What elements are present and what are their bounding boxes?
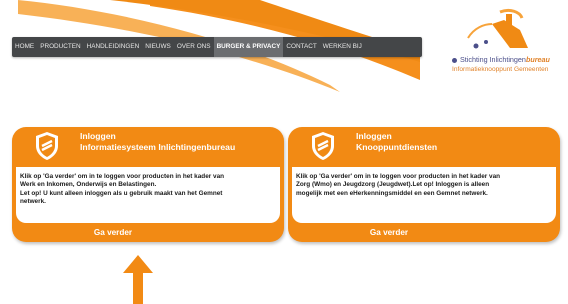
- nav-nieuws[interactable]: NIEUWS: [142, 37, 174, 57]
- card-title-line2: Knooppuntdiensten: [356, 142, 438, 152]
- card-header: Inloggen Knooppuntdiensten: [288, 127, 560, 165]
- card-text-line: Let op! U kunt alleen inloggen als u geb…: [20, 189, 223, 197]
- logo-name: Stichting Inlichtingen: [460, 55, 526, 64]
- logo-name-emphasis: bureau: [525, 55, 550, 64]
- card-text-line: netwerk.: [20, 197, 46, 205]
- card-title-line1: Inloggen: [80, 131, 116, 141]
- nav-werken-bij[interactable]: WERKEN BIJ: [320, 37, 365, 57]
- main-navbar: HOME PRODUCTEN HANDLEIDINGEN NIEUWS OVER…: [12, 37, 422, 57]
- login-card-knooppuntdiensten: Inloggen Knooppuntdiensten Klik op 'Ga v…: [288, 127, 560, 242]
- ga-verder-button[interactable]: Ga verder: [12, 223, 284, 242]
- nav-over-ons[interactable]: OVER ONS: [174, 37, 214, 57]
- arrow-up-icon: [123, 255, 153, 304]
- ga-verder-label: Ga verder: [93, 228, 133, 237]
- login-card-inlichtingenbureau: Inloggen Informatiesysteem Inlichtingenb…: [12, 127, 284, 242]
- logo-bullet-icon: [452, 57, 457, 63]
- card-text-line: mogelijk met een eHerkenningsmiddel en e…: [296, 189, 488, 197]
- nav-handleidingen[interactable]: HANDLEIDINGEN: [84, 37, 143, 57]
- card-title-line2: Informatiesysteem Inlichtingenbureau: [80, 142, 236, 152]
- nav-contact[interactable]: CONTACT: [283, 37, 319, 57]
- logo-mark[interactable]: [440, 8, 568, 88]
- card-text-line: Klik op 'Ga verder' om in te loggen voor…: [296, 173, 501, 180]
- card-text-line: Zorg (Wmo) en Jeugdzorg (Jeugdwet).Let o…: [296, 181, 490, 189]
- card-description: Klik op 'Ga verder' om in te loggen voor…: [292, 167, 556, 223]
- card-header: Inloggen Informatiesysteem Inlichtingenb…: [12, 127, 284, 165]
- ga-verder-label: Ga verder: [369, 228, 409, 237]
- nav-producten[interactable]: PRODUCTEN: [37, 37, 83, 57]
- logo-text-line1: Stichting Inlichtingenbureau: [452, 55, 550, 64]
- nav-home[interactable]: HOME: [12, 37, 37, 57]
- logo-text-line2: Informatieknooppunt Gemeenten: [452, 66, 549, 73]
- card-description: Klik op 'Ga verder' om in te loggen voor…: [16, 167, 280, 223]
- card-text-line: Klik op 'Ga verder' om in te loggen voor…: [20, 173, 225, 180]
- card-title-line1: Inloggen: [356, 131, 392, 141]
- shield-icon: [312, 132, 334, 160]
- nav-burger-privacy[interactable]: BURGER & PRIVACY: [213, 37, 284, 57]
- card-text-line: Werk en Inkomen, Onderwijs en Belastinge…: [20, 181, 157, 189]
- ga-verder-button[interactable]: Ga verder: [288, 223, 560, 242]
- shield-icon: [36, 132, 58, 160]
